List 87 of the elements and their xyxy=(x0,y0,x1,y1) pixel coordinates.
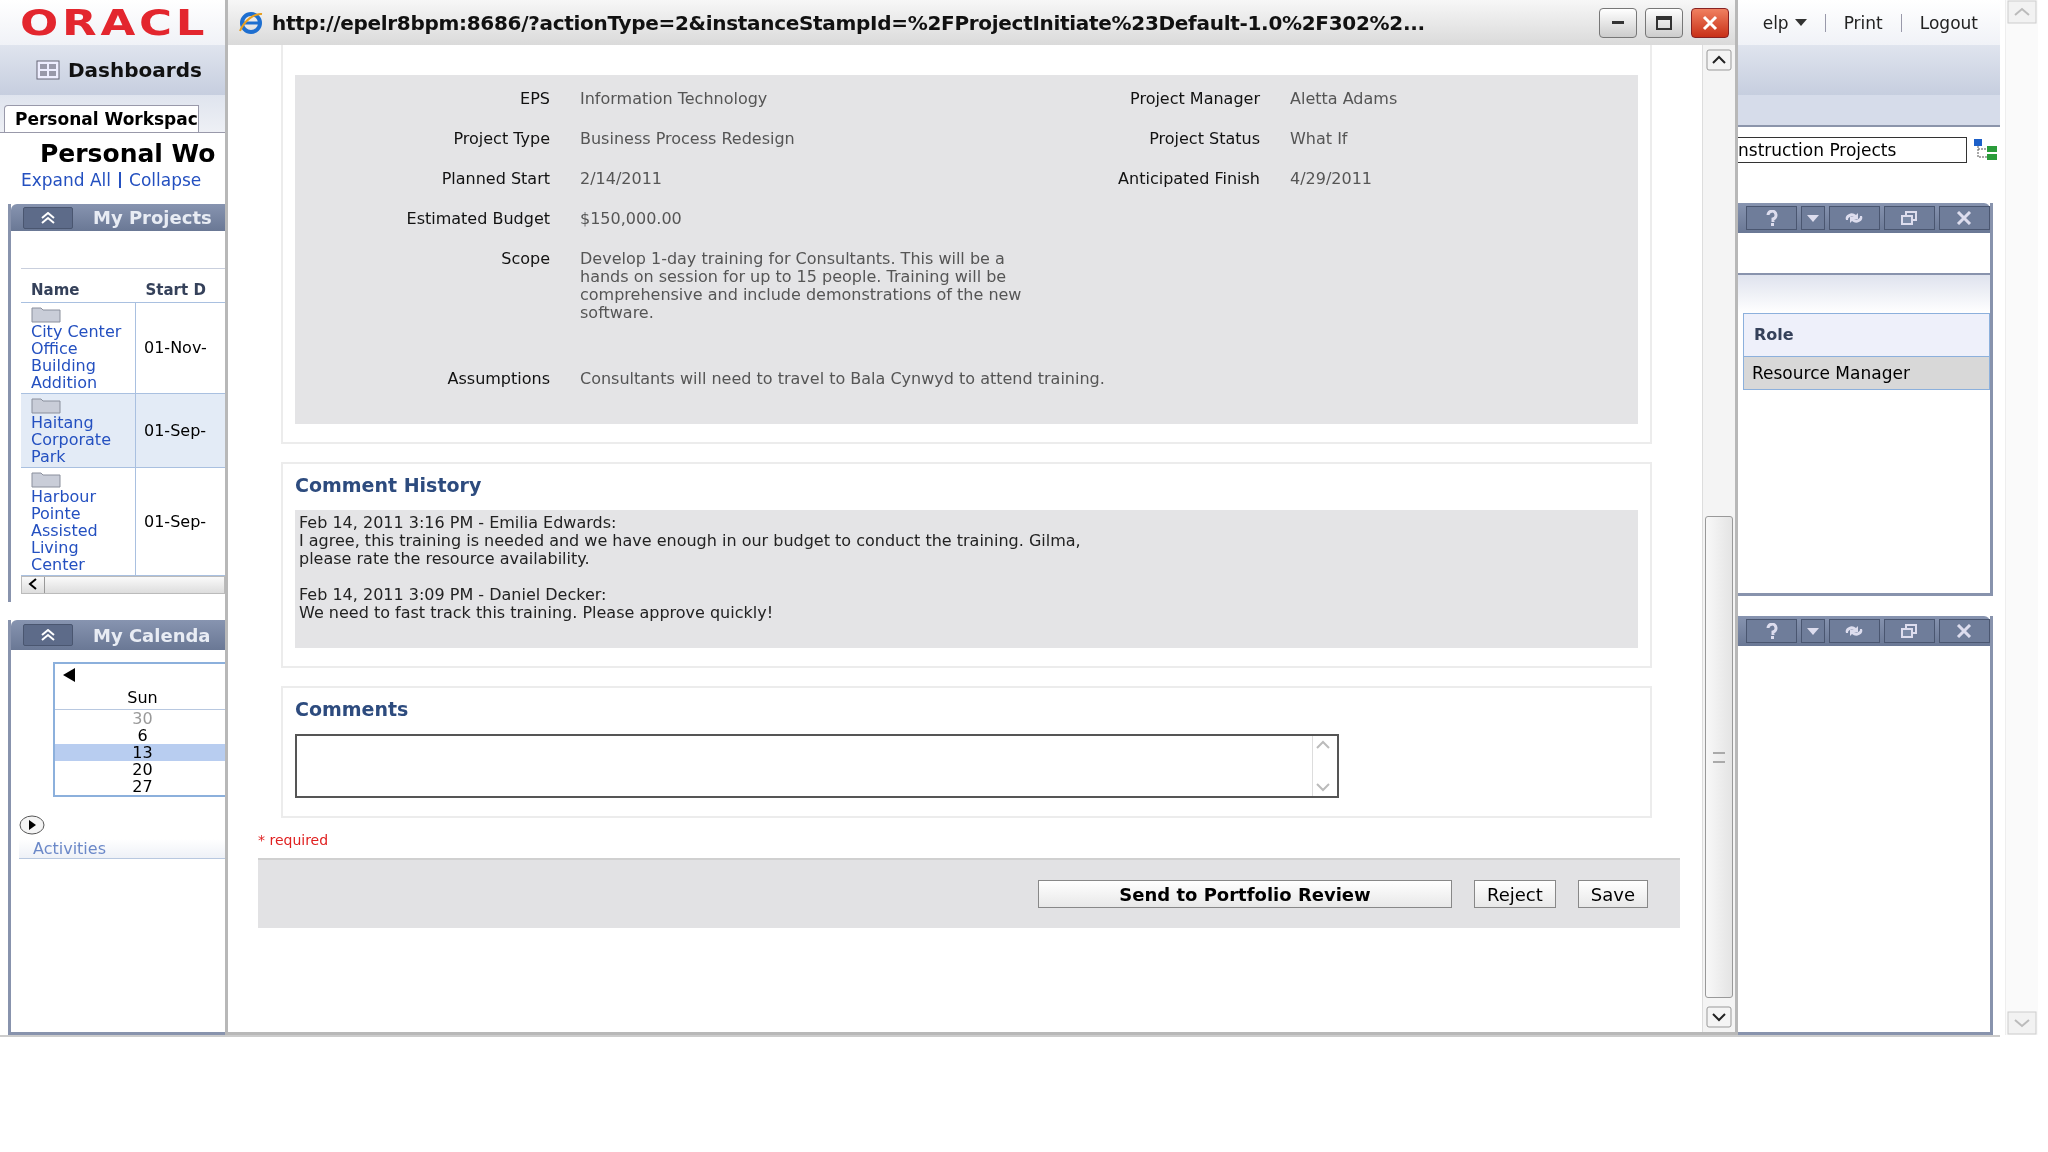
project-link[interactable]: Haitang Corporate Park xyxy=(31,413,131,465)
field-label: Project Manager xyxy=(1129,89,1260,108)
column-header: Name xyxy=(21,268,136,303)
project-filter-field[interactable]: nstruction Projects xyxy=(1738,137,1967,163)
scroll-down-icon[interactable] xyxy=(1706,1006,1732,1028)
comment-entry: Feb 14, 2011 3:16 PM - Emilia Edwards: I agree, this training is needed and we have enough in our budget to conduct the training. Gilma, please rate the resource availability. xyxy=(299,514,1082,568)
field-label: Planned Start xyxy=(440,169,550,188)
minimize-button[interactable] xyxy=(1599,7,1637,38)
field-label: Project Type xyxy=(452,129,550,148)
previous-icon[interactable] xyxy=(63,668,75,682)
field-label: EPS xyxy=(519,89,550,108)
oracle-logo: ORACL xyxy=(20,2,209,43)
field-value: 4/29/2011 xyxy=(1289,169,1373,188)
scroll-left-icon[interactable] xyxy=(28,577,38,590)
dashboard-icon xyxy=(36,60,60,80)
help-button[interactable] xyxy=(1746,206,1798,230)
section-title: Comments xyxy=(295,698,410,720)
window-title: http://epelr8bpm:8686/?actionType=2&instanceStampId=%2FProjectInitiate%23Default-1.0%2F302%2... xyxy=(272,10,1426,35)
help-icon xyxy=(1765,623,1778,639)
close-button[interactable] xyxy=(1938,206,1990,230)
collapse-link[interactable]: Collapse xyxy=(129,170,202,190)
dashboards-tab[interactable]: Dashboards xyxy=(36,58,202,82)
submit-button[interactable]: Send to Portfolio Review xyxy=(1038,880,1452,908)
collapse-button[interactable] xyxy=(23,206,73,229)
section-title: Comment History xyxy=(295,474,483,496)
refresh-button[interactable] xyxy=(1828,619,1880,643)
tree-icon[interactable] xyxy=(1973,138,1999,162)
table-cell: Resource Manager xyxy=(1743,357,1990,390)
workspace-title: Personal Wo xyxy=(39,138,217,168)
field-value: Develop 1-day training for Consultants. This will be a hands on session for up to 15 people. Training will be comprehensive and include demonstrations of the new software. xyxy=(579,250,1022,322)
restore-button[interactable] xyxy=(1883,206,1935,230)
field-value: Aletta Adams xyxy=(1289,89,1398,108)
field-value: 2/14/2011 xyxy=(579,169,664,188)
play-icon[interactable] xyxy=(19,815,45,835)
restore-button[interactable] xyxy=(1883,619,1935,643)
project-link[interactable]: City Center Office Building Addition xyxy=(31,322,131,391)
restore-icon xyxy=(1901,211,1918,225)
help-icon xyxy=(1765,210,1778,226)
portlet-title: My Projects xyxy=(93,207,212,229)
expand-all-link[interactable]: Expand All xyxy=(21,170,112,190)
action-button[interactable]: Reject xyxy=(1474,880,1556,908)
folder-icon xyxy=(31,395,61,414)
scroll-up-icon[interactable] xyxy=(1706,49,1732,71)
comment-entry: Feb 14, 2011 3:09 PM - Daniel Decker: We need to fast track this training. Please approve quickly! xyxy=(299,586,775,622)
close-icon xyxy=(1956,211,1973,225)
portlet-title: My Calenda xyxy=(93,624,211,646)
field-value: What If xyxy=(1289,129,1348,148)
field-value: Consultants will need to travel to Bala Cynwyd to attend training. xyxy=(579,369,1105,388)
folder-icon xyxy=(31,304,61,323)
field-label: Assumptions xyxy=(446,369,550,388)
action-button[interactable]: Save xyxy=(1577,880,1648,908)
minimize-icon xyxy=(1612,20,1624,25)
caret-icon xyxy=(1806,214,1819,222)
field-value: Business Process Redesign xyxy=(579,129,796,148)
refresh-button[interactable] xyxy=(1828,206,1880,230)
close-icon xyxy=(1702,14,1718,31)
header-link[interactable]: Logout xyxy=(1919,12,1978,33)
caret-icon xyxy=(1794,19,1807,26)
collapse-icon xyxy=(40,211,56,224)
required-note: * required xyxy=(258,832,329,848)
field-label: Estimated Budget xyxy=(405,209,550,228)
header-link[interactable]: Print xyxy=(1843,12,1883,33)
help-button[interactable] xyxy=(1746,619,1798,643)
scroll-thumb[interactable] xyxy=(1705,516,1733,998)
close-icon xyxy=(1956,624,1973,638)
close-button[interactable] xyxy=(1691,7,1729,38)
field-value: Information Technology xyxy=(579,89,769,108)
menu-button[interactable] xyxy=(1801,619,1825,643)
menu-button[interactable] xyxy=(1801,206,1825,230)
workspace-tab[interactable]: Personal Workspac xyxy=(4,105,199,132)
project-link[interactable]: Harbour Pointe Assisted Living Center xyxy=(31,487,131,573)
project-row[interactable]: Haitang Corporate Park 01-Sep- xyxy=(21,393,228,468)
field-label: Project Status xyxy=(1148,129,1260,148)
close-button[interactable] xyxy=(1938,619,1990,643)
collapse-button[interactable] xyxy=(23,624,73,646)
field-label: Scope xyxy=(500,249,550,268)
collapse-icon xyxy=(40,629,56,641)
restore-icon xyxy=(1901,624,1918,638)
popup-scrollbar[interactable] xyxy=(1702,45,1735,1032)
caret-icon xyxy=(1806,627,1819,635)
browser-icon xyxy=(238,10,264,35)
field-label: Anticipated Finish xyxy=(1117,169,1260,188)
maximize-icon xyxy=(1656,15,1672,30)
maximize-button[interactable] xyxy=(1645,7,1683,38)
header-link[interactable]: elp xyxy=(1762,12,1807,33)
column-header: Role xyxy=(1743,313,1990,357)
field-value: $150,000.00 xyxy=(579,209,683,228)
